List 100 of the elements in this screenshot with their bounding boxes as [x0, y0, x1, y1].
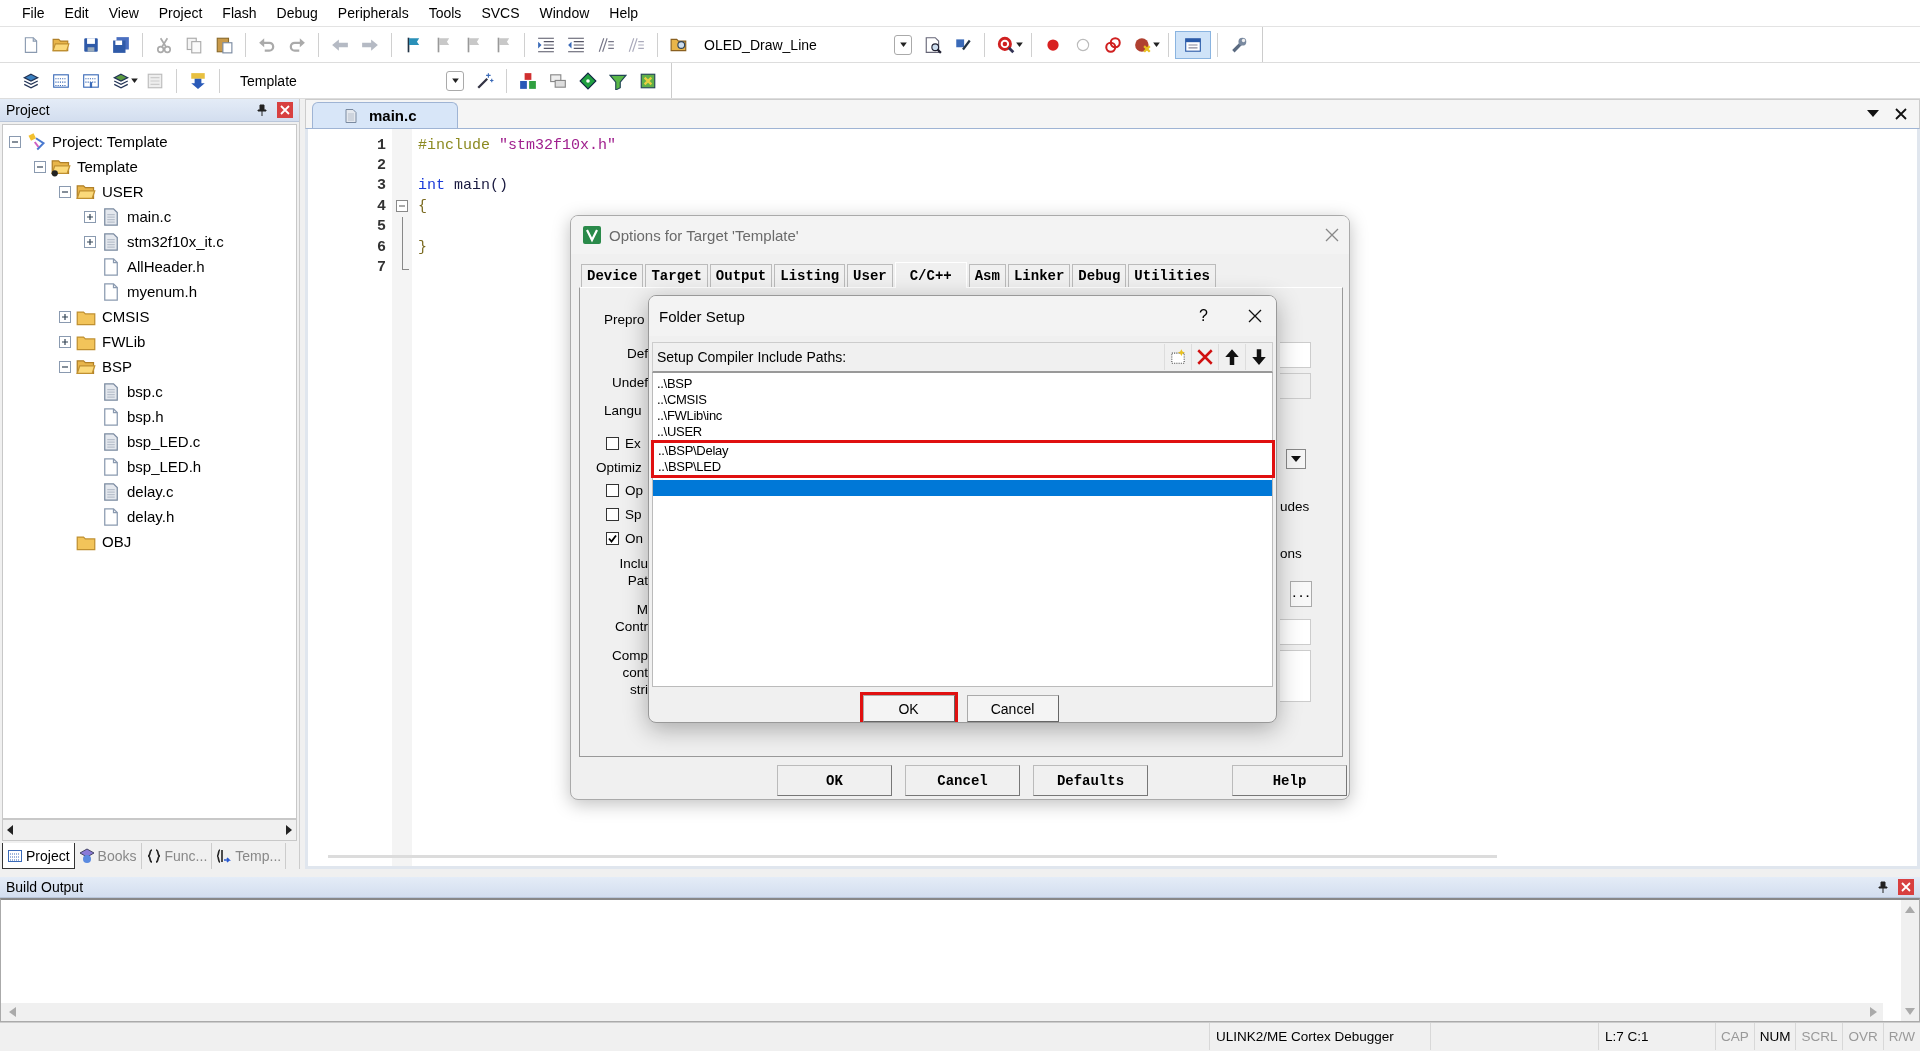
download-icon[interactable]: [189, 71, 207, 90]
dialog-button[interactable]: Defaults: [1033, 765, 1148, 796]
menu-item[interactable]: View: [98, 0, 149, 26]
scroll-left-icon[interactable]: [6, 825, 14, 835]
tree-item[interactable]: main.c: [127, 208, 172, 225]
tree-item[interactable]: bsp.h: [127, 408, 164, 425]
text-field[interactable]: [1280, 373, 1311, 399]
text-field[interactable]: [1280, 650, 1311, 702]
tree-item[interactable]: Template: [77, 158, 138, 175]
tree-item[interactable]: USER: [102, 183, 144, 200]
settings-icon[interactable]: [1230, 35, 1248, 54]
menu-item[interactable]: Peripherals: [327, 0, 419, 26]
caret-icon[interactable]: [1015, 42, 1023, 47]
tree-item[interactable]: bsp_LED.h: [127, 458, 202, 475]
collapse-icon[interactable]: [59, 360, 71, 373]
dialog-tab[interactable]: User: [847, 264, 893, 287]
outdent-icon[interactable]: [567, 35, 585, 54]
tree-item[interactable]: CMSIS: [102, 308, 150, 325]
target-dropdown[interactable]: Template: [236, 69, 464, 92]
checkbox[interactable]: [606, 484, 619, 497]
expand-icon[interactable]: [59, 310, 71, 323]
new-file-icon[interactable]: [22, 35, 40, 54]
list-item[interactable]: ..\BSP\Delay: [654, 443, 1272, 459]
expand-icon[interactable]: [84, 210, 96, 223]
paste-icon[interactable]: [215, 35, 233, 54]
down-arrow-icon[interactable]: [1250, 348, 1268, 366]
caret-icon[interactable]: [1152, 42, 1160, 47]
expand-icon[interactable]: [84, 235, 96, 248]
collapse-icon[interactable]: [59, 185, 71, 198]
up-arrow-icon[interactable]: [1223, 348, 1241, 366]
dropdown-arrow-icon[interactable]: [1867, 110, 1879, 118]
checkbox-label[interactable]: Op: [625, 483, 643, 498]
kill-breakpoints-icon[interactable]: [1134, 35, 1152, 54]
close-icon[interactable]: [1895, 108, 1907, 120]
tree-item[interactable]: delay.h: [127, 508, 175, 525]
menu-item[interactable]: SVCS: [471, 0, 530, 26]
dialog-tab[interactable]: Linker: [1007, 264, 1071, 287]
new-folder-icon[interactable]: [1169, 348, 1187, 366]
save-icon[interactable]: [82, 35, 100, 54]
help-button[interactable]: ?: [1199, 307, 1208, 325]
frames-icon[interactable]: [549, 71, 567, 90]
browse-button[interactable]: ...: [1290, 581, 1312, 607]
list-item[interactable]: ..\CMSIS: [653, 392, 1272, 408]
caret-icon[interactable]: [130, 78, 138, 83]
menu-item[interactable]: Project: [148, 0, 213, 26]
panel-tab[interactable]: Project: [2, 843, 75, 869]
dropdown-button[interactable]: [1286, 449, 1306, 469]
menu-item[interactable]: Edit: [54, 0, 99, 26]
dialog-tab[interactable]: Target: [645, 264, 708, 287]
tree-item[interactable]: FWLib: [102, 333, 146, 350]
tree-item[interactable]: BSP: [102, 358, 132, 375]
list-item[interactable]: ..\BSP\LED: [654, 459, 1272, 475]
checkbox[interactable]: [606, 508, 619, 521]
file-tab[interactable]: main.c: [312, 102, 458, 128]
find-icon[interactable]: [924, 35, 942, 54]
scroll-right-icon[interactable]: [285, 825, 293, 835]
tree-item[interactable]: AllHeader.h: [127, 258, 205, 275]
stack-icon[interactable]: [22, 71, 40, 90]
tree-item[interactable]: delay.c: [127, 483, 174, 500]
layers-icon[interactable]: [112, 71, 130, 90]
dialog-button[interactable]: Cancel: [905, 765, 1020, 796]
dialog-tab[interactable]: Debug: [1072, 264, 1127, 287]
dialog-tab[interactable]: C/C++: [894, 262, 967, 288]
indent-icon[interactable]: [537, 35, 555, 54]
magnifier-icon[interactable]: [997, 35, 1015, 54]
tree-item[interactable]: bsp.c: [127, 383, 163, 400]
tree-item[interactable]: myenum.h: [127, 283, 198, 300]
list-item[interactable]: ..\BSP: [653, 376, 1272, 392]
tree-item[interactable]: stm32f10x_it.c: [127, 233, 224, 250]
target-dropdown[interactable]: OLED_Draw_Line: [700, 33, 912, 56]
menu-item[interactable]: Flash: [212, 0, 267, 26]
checkbox[interactable]: [606, 532, 619, 545]
collapse-icon[interactable]: [9, 135, 21, 148]
dialog-button[interactable]: OK: [862, 695, 955, 722]
dialog-button[interactable]: OK: [777, 765, 892, 796]
save-all-icon[interactable]: [112, 35, 130, 54]
pin-icon[interactable]: [1878, 881, 1888, 893]
menu-item[interactable]: Tools: [418, 0, 472, 26]
dialog-tab[interactable]: Asm: [968, 264, 1006, 287]
collapse-icon[interactable]: [34, 160, 46, 173]
dialog-tab[interactable]: Device: [581, 264, 644, 287]
tree-item[interactable]: Project: Template: [52, 133, 168, 150]
dialog-tab[interactable]: Listing: [774, 264, 846, 287]
checkbox-label[interactable]: Sp: [625, 507, 642, 522]
window-icon[interactable]: [1184, 35, 1202, 54]
rings-icon[interactable]: [1104, 35, 1122, 54]
checkbox-label[interactable]: Ex: [625, 436, 641, 451]
list-item[interactable]: ..\FWLib\inc: [653, 408, 1272, 424]
menu-item[interactable]: File: [12, 0, 55, 26]
tree-item[interactable]: bsp_LED.c: [127, 433, 201, 450]
close-icon[interactable]: [1248, 309, 1262, 323]
dialog-tab[interactable]: Output: [709, 264, 773, 287]
diamond-icon[interactable]: [579, 71, 597, 90]
menu-item[interactable]: Window: [529, 0, 600, 26]
dialog-button[interactable]: Help: [1232, 765, 1347, 796]
menu-item[interactable]: Debug: [266, 0, 328, 26]
checkbox-label[interactable]: On: [625, 531, 643, 546]
blocks-icon[interactable]: [519, 71, 537, 90]
comment-icon[interactable]: [597, 35, 615, 54]
text-field[interactable]: [1280, 619, 1311, 645]
